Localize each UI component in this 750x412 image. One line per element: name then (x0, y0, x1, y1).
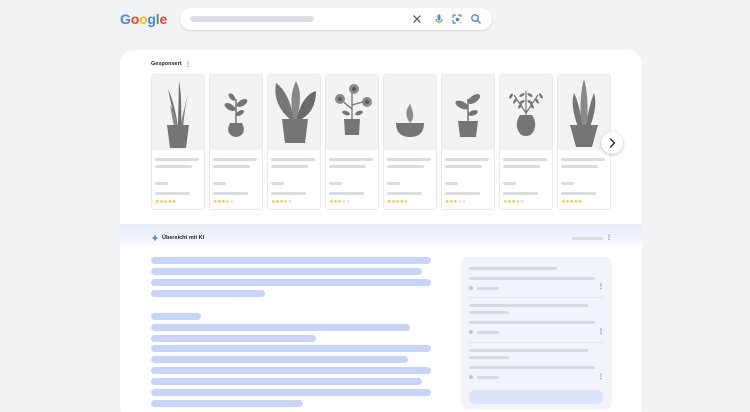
star-icon: ★ (519, 199, 525, 205)
product-image (210, 75, 262, 150)
product-image (268, 75, 320, 150)
star-icon: ★ (229, 199, 235, 205)
plant-icon (455, 94, 481, 137)
search-input[interactable] (190, 16, 314, 22)
star-rating: ★★★★★ (155, 199, 176, 205)
plant-icon (275, 81, 316, 143)
product-card[interactable]: ★★★★★ (499, 74, 553, 210)
sponsored-label: Gesponsert (151, 61, 182, 67)
product-card[interactable]: ★★★★★ (441, 74, 495, 210)
logo-letter: g (147, 11, 156, 27)
more-vert-icon[interactable]: ⋮ (598, 283, 604, 290)
more-vert-icon[interactable]: ⋮ (606, 234, 612, 241)
star-icon: ★ (461, 199, 467, 205)
microphone-icon[interactable] (432, 12, 446, 26)
logo-letter: o (130, 11, 140, 27)
logo-letter: G (120, 11, 131, 27)
product-card[interactable]: ★★★★★ (325, 74, 379, 210)
product-card[interactable]: ★★★★★ (383, 74, 437, 210)
star-rating: ★★★★★ (387, 199, 408, 205)
product-image (500, 75, 552, 150)
search-bar[interactable] (180, 8, 492, 30)
show-all-button[interactable] (469, 390, 603, 404)
product-card[interactable]: ★★★★★ (209, 74, 263, 210)
plant-icon (167, 81, 189, 148)
star-icon: ★ (511, 199, 516, 205)
chevron-right-icon (609, 138, 616, 148)
star-icon: ★ (345, 199, 351, 205)
star-icon: ★ (171, 199, 177, 205)
search-icon[interactable] (469, 12, 483, 26)
more-vert-icon[interactable]: ⋮ (185, 61, 191, 68)
star-rating: ★★★★★ (503, 199, 524, 205)
sparkle-icon (151, 234, 159, 242)
product-image (326, 75, 378, 150)
star-rating: ★★★★★ (213, 199, 234, 205)
product-image (152, 75, 204, 150)
product-card[interactable]: ★★★★★ (151, 74, 205, 210)
more-vert-icon[interactable]: ⋮ (598, 328, 604, 335)
plant-icon (335, 84, 372, 135)
star-rating: ★★★★★ (445, 199, 466, 205)
star-icon: ★ (403, 199, 409, 205)
google-lens-icon[interactable] (450, 12, 464, 26)
product-image (384, 75, 436, 150)
plant-icon (396, 103, 424, 137)
google-logo[interactable]: Google (120, 11, 167, 27)
product-card[interactable]: ★★★★★ (267, 74, 321, 210)
plant-icon (224, 93, 248, 137)
product-image (442, 75, 494, 150)
more-vert-icon[interactable]: ⋮ (598, 373, 604, 380)
logo-letter: e (159, 11, 168, 27)
star-icon: ★ (279, 199, 284, 205)
star-icon: ★ (221, 199, 226, 205)
logo-letter: o (139, 11, 148, 27)
star-rating: ★★★★★ (329, 199, 350, 205)
close-icon[interactable] (410, 12, 424, 26)
ai-overview-title: Übersicht mit KI (162, 235, 205, 241)
plant-icon (509, 91, 543, 136)
carousel-next-button[interactable] (601, 132, 623, 154)
star-rating: ★★★★★ (561, 199, 582, 205)
star-icon: ★ (577, 199, 583, 205)
sources-panel: ⋮ ⋮ ⋮ (461, 257, 612, 409)
star-icon: ★ (287, 199, 293, 205)
results-card: Gesponsert ⋮ ★★★★★ ★★★★★ ★★★★★ ★★★★★ ★★★… (120, 50, 642, 412)
star-rating: ★★★★★ (271, 199, 292, 205)
